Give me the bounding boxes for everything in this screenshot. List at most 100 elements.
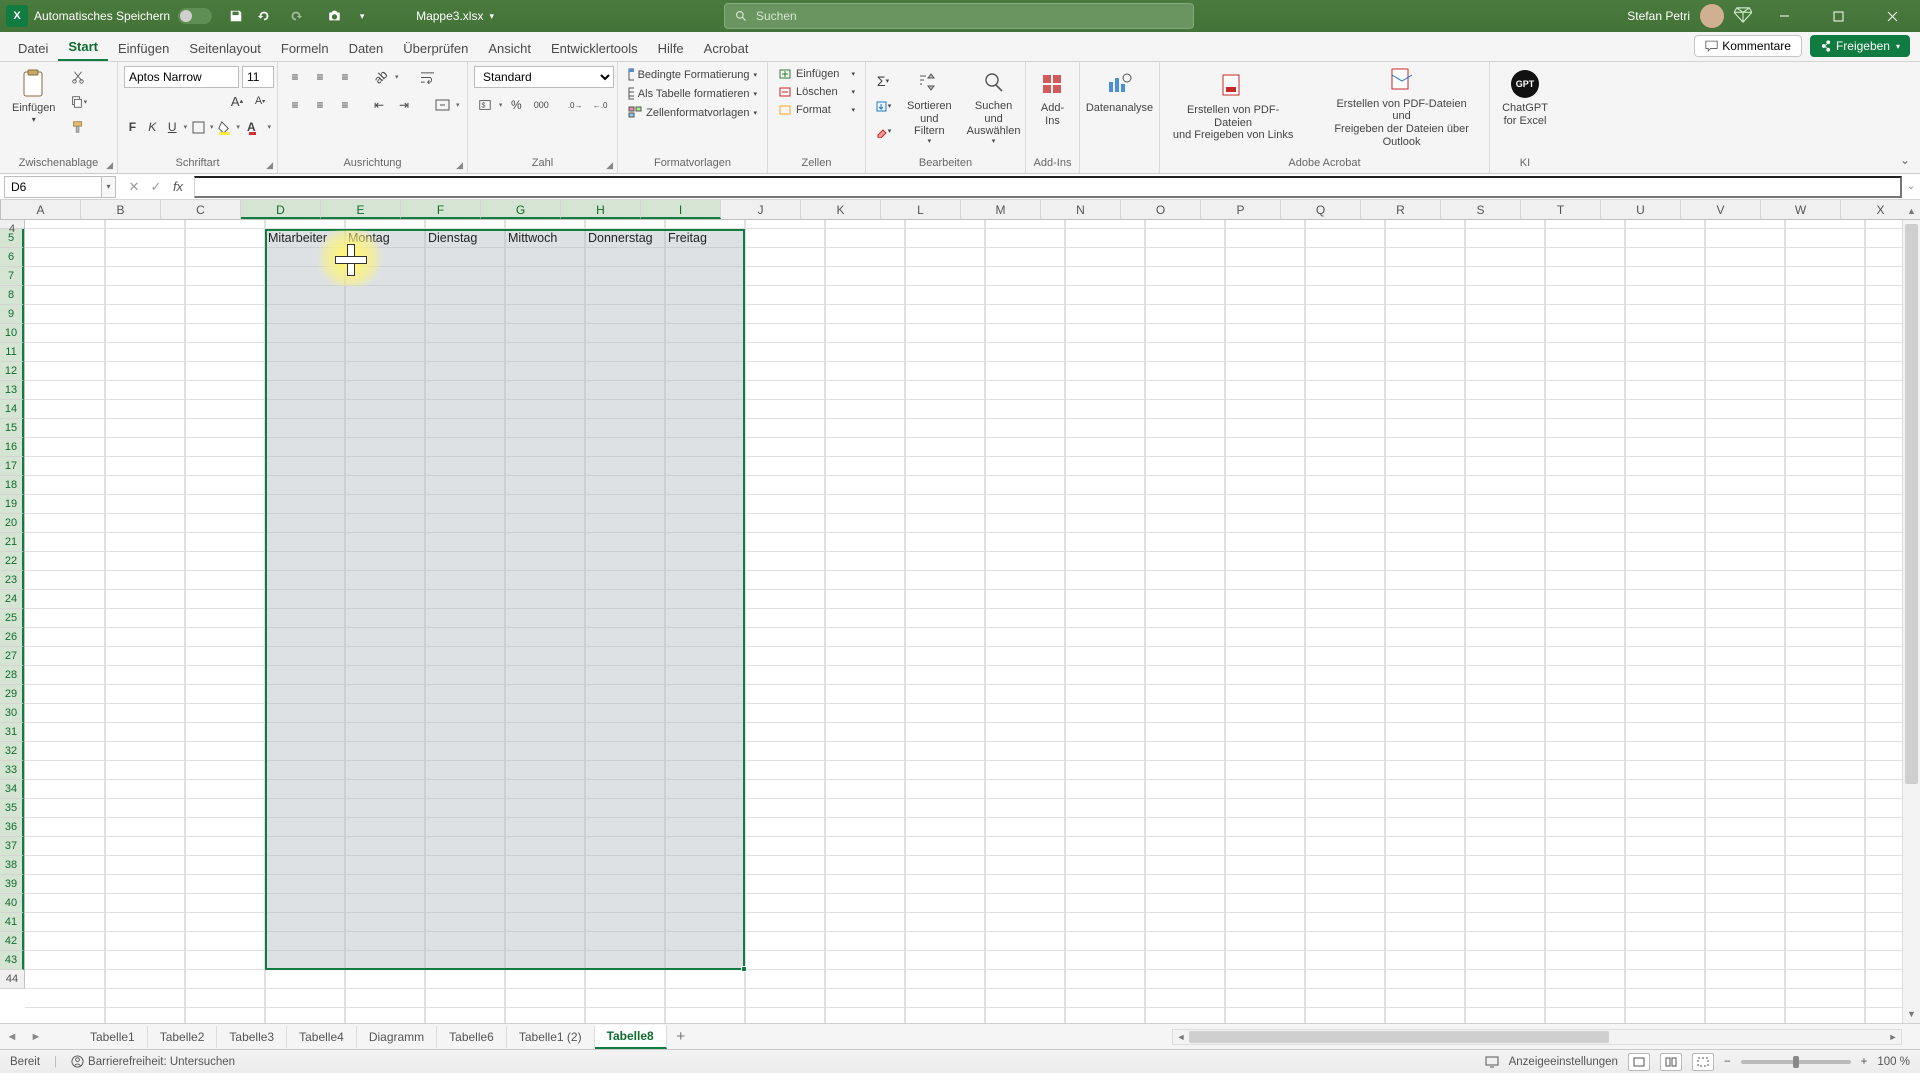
fx-icon[interactable]: fx — [168, 177, 188, 197]
column-header-c[interactable]: C — [161, 200, 241, 219]
close-button[interactable] — [1870, 0, 1914, 32]
clipboard-dialog-launcher[interactable]: ◢ — [106, 160, 113, 171]
row-header-26[interactable]: 26 — [0, 628, 24, 647]
sheet-tab-tabelle6[interactable]: Tabelle6 — [437, 1026, 507, 1048]
hscroll-thumb[interactable] — [1189, 1031, 1609, 1043]
clear-icon[interactable]: ▾ — [872, 120, 894, 142]
row-header-10[interactable]: 10 — [0, 324, 24, 343]
conditional-formatting-button[interactable]: Bedingte Formatierung▾ — [624, 66, 761, 83]
column-header-t[interactable]: T — [1521, 200, 1601, 219]
tab-datei[interactable]: Datei — [8, 35, 58, 61]
row-header-15[interactable]: 15 — [0, 419, 24, 438]
status-accessibility[interactable]: Barrierefreiheit: Untersuchen — [88, 1056, 235, 1068]
align-bottom-icon[interactable]: ≡ — [334, 66, 356, 88]
tab-hilfe[interactable]: Hilfe — [648, 35, 694, 61]
italic-button[interactable]: K — [144, 116, 161, 138]
column-header-a[interactable]: A — [1, 200, 81, 219]
row-header-36[interactable]: 36 — [0, 818, 24, 837]
save-icon[interactable] — [224, 4, 248, 28]
autosave-toggle[interactable] — [178, 8, 212, 24]
fill-color-icon[interactable] — [217, 116, 234, 138]
row-header-9[interactable]: 9 — [0, 305, 24, 324]
column-header-v[interactable]: V — [1681, 200, 1761, 219]
vscroll-thumb[interactable] — [1905, 224, 1918, 784]
row-header-14[interactable]: 14 — [0, 400, 24, 419]
accounting-format-icon[interactable]: $ — [474, 94, 496, 116]
wrap-text-icon[interactable] — [417, 66, 439, 88]
expand-formula-bar-icon[interactable]: ⌄ — [1902, 181, 1920, 192]
column-header-r[interactable]: R — [1361, 200, 1441, 219]
row-header-31[interactable]: 31 — [0, 723, 24, 742]
underline-button[interactable]: U — [164, 116, 181, 138]
zoom-in-button[interactable]: + — [1861, 1056, 1868, 1068]
column-header-j[interactable]: J — [721, 200, 801, 219]
selection-fill-handle[interactable] — [741, 966, 747, 972]
tab-daten[interactable]: Daten — [339, 35, 394, 61]
row-header-23[interactable]: 23 — [0, 571, 24, 590]
row-header-42[interactable]: 42 — [0, 932, 24, 951]
row-header-7[interactable]: 7 — [0, 267, 24, 286]
column-header-s[interactable]: S — [1441, 200, 1521, 219]
name-box-dropdown[interactable]: ▾ — [102, 176, 116, 198]
row-header-34[interactable]: 34 — [0, 780, 24, 799]
row-header-39[interactable]: 39 — [0, 875, 24, 894]
collapse-ribbon-icon[interactable]: ⌄ — [1900, 153, 1910, 167]
row-header-13[interactable]: 13 — [0, 381, 24, 400]
comments-button[interactable]: Kommentare — [1694, 35, 1802, 57]
increase-decimal-icon[interactable]: .0→ — [564, 94, 586, 116]
username-label[interactable]: Stefan Petri — [1627, 9, 1690, 23]
column-header-u[interactable]: U — [1601, 200, 1681, 219]
cut-icon[interactable] — [67, 66, 89, 88]
decrease-indent-icon[interactable]: ⇤ — [368, 94, 390, 116]
sheet-tab-tabelle8[interactable]: Tabelle8 — [595, 1025, 667, 1049]
merge-center-icon[interactable] — [431, 94, 453, 116]
cell-i5[interactable]: Freitag — [665, 229, 707, 248]
row-header-33[interactable]: 33 — [0, 761, 24, 780]
row-header-21[interactable]: 21 — [0, 533, 24, 552]
decrease-decimal-icon[interactable]: ←.0 — [589, 94, 611, 116]
sort-filter-button[interactable]: Sortieren und Filtern▾ — [901, 64, 958, 148]
horizontal-scrollbar[interactable]: ◄ ► — [1172, 1029, 1902, 1045]
redo-icon[interactable] — [284, 4, 308, 28]
tab-start[interactable]: Start — [58, 33, 108, 61]
sheet-tab-tabelle3[interactable]: Tabelle3 — [217, 1026, 287, 1048]
insert-cells-button[interactable]: Einfügen▾ — [774, 66, 859, 82]
name-box[interactable] — [4, 176, 102, 198]
column-header-o[interactable]: O — [1121, 200, 1201, 219]
column-header-q[interactable]: Q — [1281, 200, 1361, 219]
zoom-level[interactable]: 100 % — [1877, 1056, 1910, 1068]
row-header-40[interactable]: 40 — [0, 894, 24, 913]
row-header-29[interactable]: 29 — [0, 685, 24, 704]
row-header-28[interactable]: 28 — [0, 666, 24, 685]
column-header-w[interactable]: W — [1761, 200, 1841, 219]
row-header-27[interactable]: 27 — [0, 647, 24, 666]
tab-uberprufen[interactable]: Überprüfen — [393, 35, 478, 61]
column-header-d[interactable]: D — [241, 200, 321, 219]
row-header-37[interactable]: 37 — [0, 837, 24, 856]
view-normal-icon[interactable] — [1628, 1053, 1650, 1071]
undo-icon[interactable] — [252, 4, 276, 28]
font-color-icon[interactable]: A — [243, 116, 260, 138]
row-header-22[interactable]: 22 — [0, 552, 24, 571]
find-select-button[interactable]: Suchen und Auswählen▾ — [961, 64, 1027, 148]
data-analysis-button[interactable]: Datenanalyse — [1086, 66, 1153, 117]
copy-icon[interactable]: ▾ — [67, 91, 89, 113]
pdf-outlook-button[interactable]: Erstellen von PDF-Dateien und Freigeben … — [1320, 62, 1483, 151]
font-size-combo[interactable] — [242, 66, 274, 88]
chatgpt-button[interactable]: GPT ChatGPT for Excel — [1496, 66, 1554, 129]
column-header-g[interactable]: G — [481, 200, 561, 219]
autosum-icon[interactable]: Σ▾ — [872, 70, 894, 92]
scroll-up-icon[interactable]: ▲ — [1903, 202, 1920, 220]
row-header-4[interactable]: 4 — [0, 220, 24, 229]
view-page-break-icon[interactable] — [1692, 1053, 1714, 1071]
column-header-k[interactable]: K — [801, 200, 881, 219]
row-header-24[interactable]: 24 — [0, 590, 24, 609]
row-header-44[interactable]: 44 — [0, 970, 24, 989]
row-header-32[interactable]: 32 — [0, 742, 24, 761]
align-right-icon[interactable]: ≡ — [334, 94, 356, 116]
chevron-down-icon[interactable]: ▾ — [489, 11, 494, 22]
tab-ansicht[interactable]: Ansicht — [478, 35, 541, 61]
cancel-formula-icon[interactable]: ✕ — [124, 177, 144, 197]
increase-font-icon[interactable]: A▴ — [226, 90, 248, 112]
formula-bar[interactable] — [194, 176, 1902, 198]
